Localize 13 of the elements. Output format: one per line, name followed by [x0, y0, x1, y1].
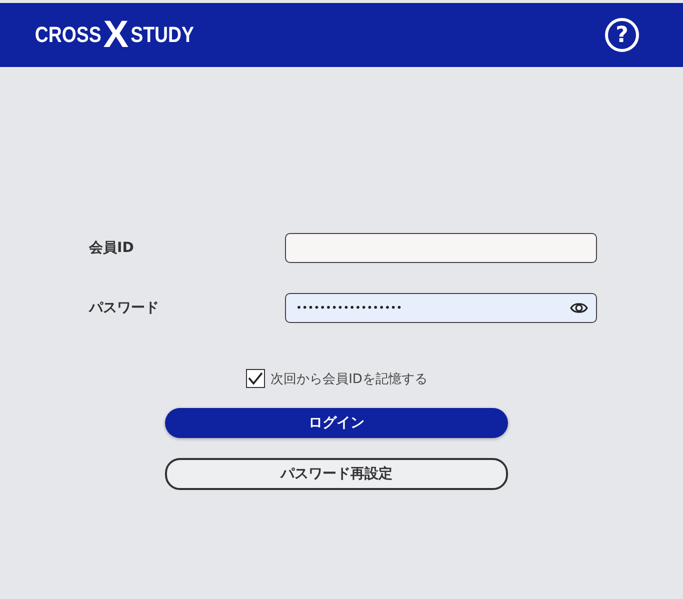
password-field[interactable]: ••••••••••••••••••: [285, 293, 597, 323]
logo-x: X: [103, 14, 129, 56]
field-label: パスワード: [89, 299, 160, 317]
remember-label: 次回から会員IDを記憶する: [270, 370, 428, 388]
logo-word: CROSS: [34, 22, 102, 48]
login-button[interactable]: ログイン: [165, 408, 508, 438]
eye-icon[interactable]: [570, 301, 588, 315]
id-field[interactable]: [285, 233, 597, 263]
remember-checkbox[interactable]: [246, 369, 265, 388]
password-reset-button[interactable]: パスワード再設定: [165, 458, 508, 490]
field-label: 会員ID: [89, 239, 135, 257]
help-button[interactable]: ?: [605, 18, 639, 52]
logo-word: STUDY: [130, 22, 194, 48]
